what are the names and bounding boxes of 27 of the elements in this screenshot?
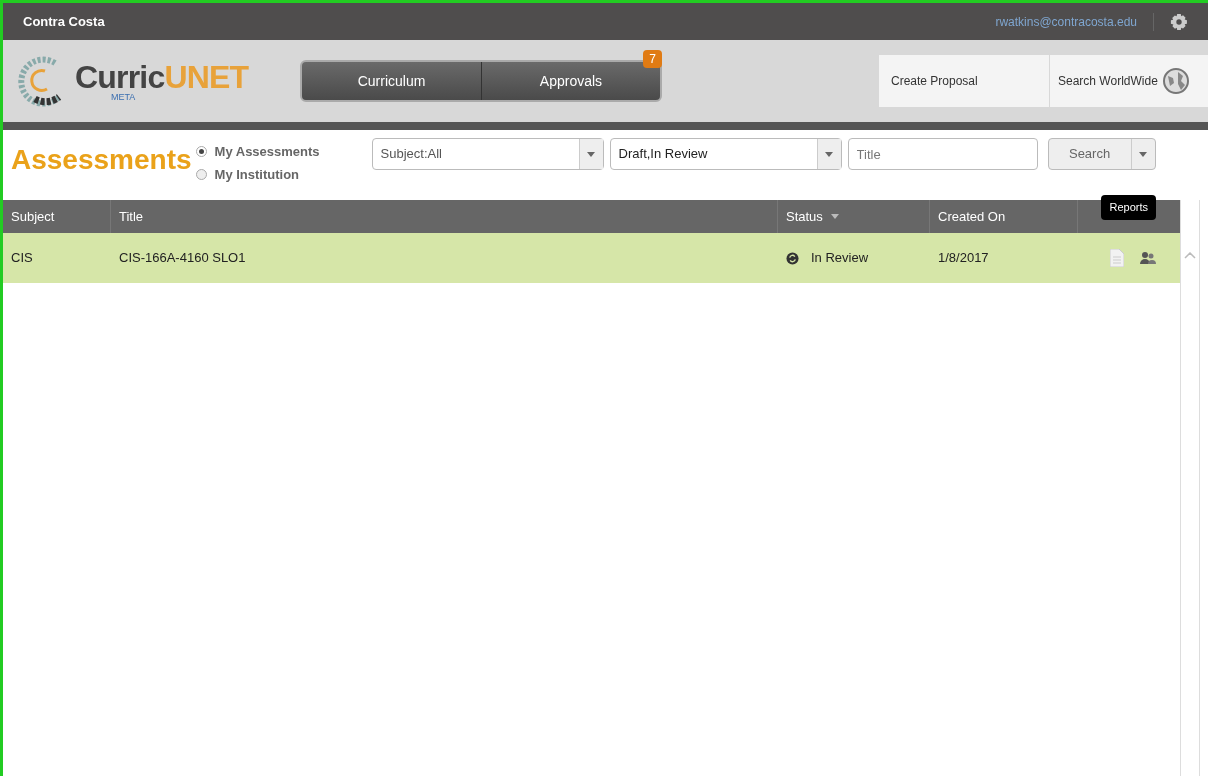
status-select[interactable]: Draft,In Review <box>609 138 842 170</box>
table-cell-text: CIS <box>10 249 34 268</box>
title-field[interactable]: Title <box>847 138 1038 170</box>
caret-icon <box>1139 151 1148 157</box>
header-action-button[interactable]: Search WorldWide <box>1050 55 1208 107</box>
count-badge: 7 <box>643 50 662 68</box>
caret-icon <box>825 151 834 157</box>
institution-name: Contra Costa <box>23 12 105 31</box>
sort-icon <box>830 214 839 219</box>
scope-radio[interactable]: My Institution <box>195 164 320 184</box>
table-cell-text: CIS-166A-4160 SLO1 <box>118 249 247 268</box>
caret-icon <box>587 151 596 157</box>
refresh-icon <box>786 251 799 265</box>
header-action-button[interactable]: Create Proposal <box>879 55 1049 107</box>
settings-icon[interactable] <box>1170 12 1188 31</box>
scope-radio[interactable]: My Assessments <box>195 142 320 162</box>
subject-select[interactable]: Subject:All <box>371 138 604 170</box>
tooltip: Reports <box>1101 195 1156 220</box>
page-title: Assessments <box>11 146 192 174</box>
logo-subtitle: META <box>111 92 137 102</box>
globe-icon <box>1161 67 1190 95</box>
nav-tab[interactable]: Curriculum <box>302 62 481 100</box>
table-row[interactable]: CIS CIS-166A-4160 SLO1 In Review 1/8/2017 <box>3 233 1180 283</box>
table-cell-text: 1/8/2017 <box>937 249 990 268</box>
status-text: In Review <box>811 249 869 268</box>
logo-text: CurricUNET <box>75 60 249 93</box>
users-icon[interactable] <box>1140 252 1156 264</box>
